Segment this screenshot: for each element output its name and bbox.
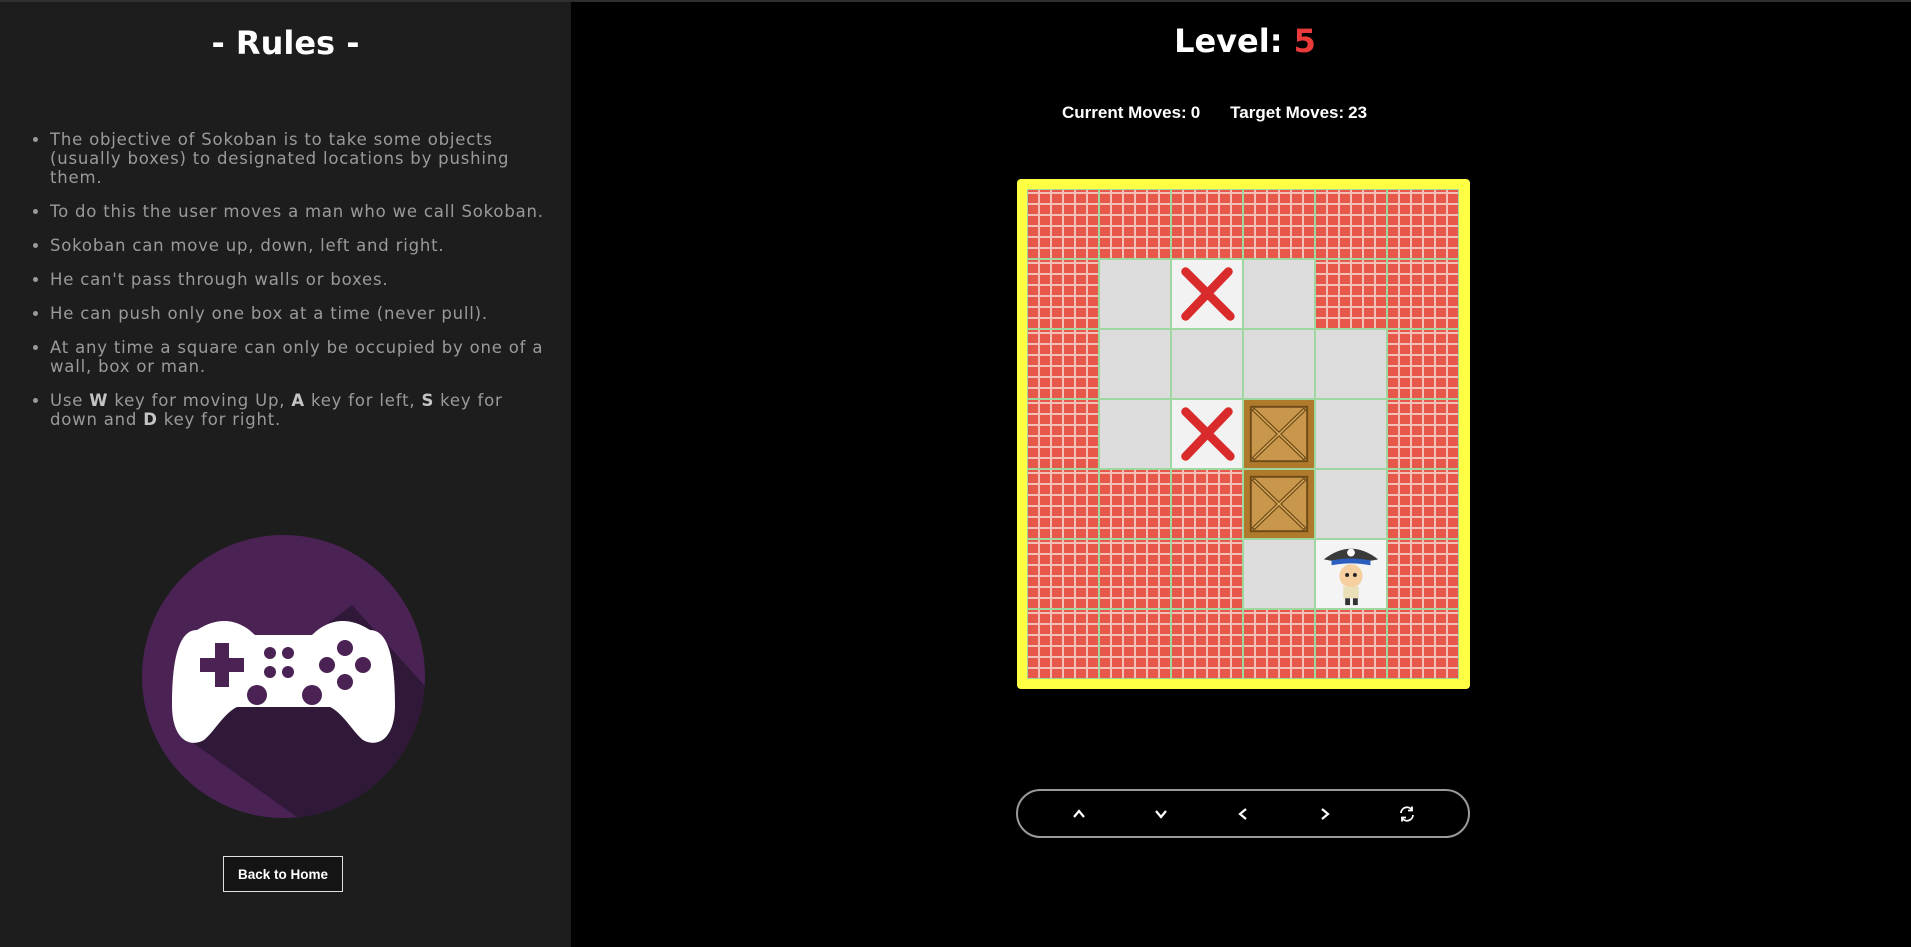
chevron-right-icon: [1321, 807, 1330, 820]
move-up-button[interactable]: [1059, 794, 1099, 834]
wall-tile: [1027, 609, 1099, 679]
wall-tile: [1027, 189, 1099, 259]
wall-tile: [1099, 609, 1171, 679]
move-right-button[interactable]: [1305, 794, 1345, 834]
wall-tile: [1099, 539, 1171, 609]
current-moves-label: Current Moves:: [1062, 103, 1187, 122]
level-title: Level: 5: [1174, 22, 1316, 60]
player-tile: [1315, 539, 1387, 609]
floor-tile: [1243, 329, 1315, 399]
sokoban-board: [1027, 189, 1459, 679]
target-x-icon: [1181, 407, 1235, 461]
wall-tile: [1027, 329, 1099, 399]
wall-tile: [1027, 259, 1099, 329]
floor-tile: [1315, 399, 1387, 469]
wall-tile: [1171, 469, 1243, 539]
wall-tile: [1387, 189, 1459, 259]
floor-tile: [1099, 259, 1171, 329]
wall-tile: [1243, 189, 1315, 259]
back-to-home-button[interactable]: Back to Home: [223, 856, 343, 892]
target-moves-label: Target Moves:: [1230, 103, 1345, 122]
wall-tile: [1027, 399, 1099, 469]
key-d: D: [143, 410, 158, 429]
wall-tile: [1099, 189, 1171, 259]
gamepad-icon: [142, 535, 425, 818]
floor-tile: [1243, 539, 1315, 609]
chevron-left-icon: [1238, 807, 1247, 820]
rule-item: The objective of Sokoban is to take some…: [50, 130, 550, 187]
target-tile: [1171, 399, 1243, 469]
wall-tile: [1387, 259, 1459, 329]
chevron-down-icon: [1155, 809, 1167, 819]
current-moves-value: 0: [1190, 103, 1201, 122]
crate-tile: [1243, 469, 1315, 539]
wall-tile: [1099, 469, 1171, 539]
floor-tile: [1315, 329, 1387, 399]
wall-tile: [1315, 609, 1387, 679]
wall-tile: [1027, 469, 1099, 539]
rules-list: The objective of Sokoban is to take some…: [50, 130, 550, 444]
key-w: W: [89, 391, 109, 410]
rule-item: He can push only one box at a time (neve…: [50, 304, 550, 323]
floor-tile: [1315, 469, 1387, 539]
wall-tile: [1387, 399, 1459, 469]
wall-tile: [1315, 189, 1387, 259]
pirate-player-icon: [1323, 548, 1379, 606]
rule-item: He can't pass through walls or boxes.: [50, 270, 550, 289]
floor-tile: [1243, 259, 1315, 329]
level-number: 5: [1293, 22, 1316, 60]
floor-tile: [1099, 399, 1171, 469]
wall-tile: [1387, 329, 1459, 399]
target-tile: [1171, 259, 1243, 329]
move-down-button[interactable]: [1141, 794, 1181, 834]
rules-panel: - Rules - The objective of Sokoban is to…: [0, 2, 571, 947]
wall-tile: [1171, 189, 1243, 259]
wall-tile: [1243, 609, 1315, 679]
restart-icon: [1400, 805, 1414, 822]
key-a: A: [291, 391, 305, 410]
restart-button[interactable]: [1387, 794, 1427, 834]
control-bar: [1016, 789, 1470, 838]
key-s: S: [421, 391, 435, 410]
wall-tile: [1027, 539, 1099, 609]
rules-title: - Rules -: [211, 24, 360, 62]
wall-tile: [1387, 539, 1459, 609]
target-moves-value: 23: [1348, 103, 1368, 122]
wall-tile: [1387, 469, 1459, 539]
move-left-button[interactable]: [1223, 794, 1263, 834]
wall-tile: [1315, 259, 1387, 329]
target-x-icon: [1181, 267, 1235, 321]
rule-item: At any time a square can only be occupie…: [50, 338, 550, 376]
rule-item-keys: Use W key for moving Up, A key for left,…: [50, 391, 550, 429]
rule-item: To do this the user moves a man who we c…: [50, 202, 550, 221]
wall-tile: [1171, 539, 1243, 609]
wall-tile: [1387, 609, 1459, 679]
moves-counter: Current Moves: 0 Target Moves: 23: [1062, 103, 1367, 123]
crate-icon: [1245, 400, 1313, 468]
crate-icon: [1245, 470, 1313, 538]
crate-tile: [1243, 399, 1315, 469]
floor-tile: [1171, 329, 1243, 399]
floor-tile: [1099, 329, 1171, 399]
wall-tile: [1171, 609, 1243, 679]
rule-item: Sokoban can move up, down, left and righ…: [50, 236, 550, 255]
chevron-up-icon: [1073, 808, 1085, 818]
